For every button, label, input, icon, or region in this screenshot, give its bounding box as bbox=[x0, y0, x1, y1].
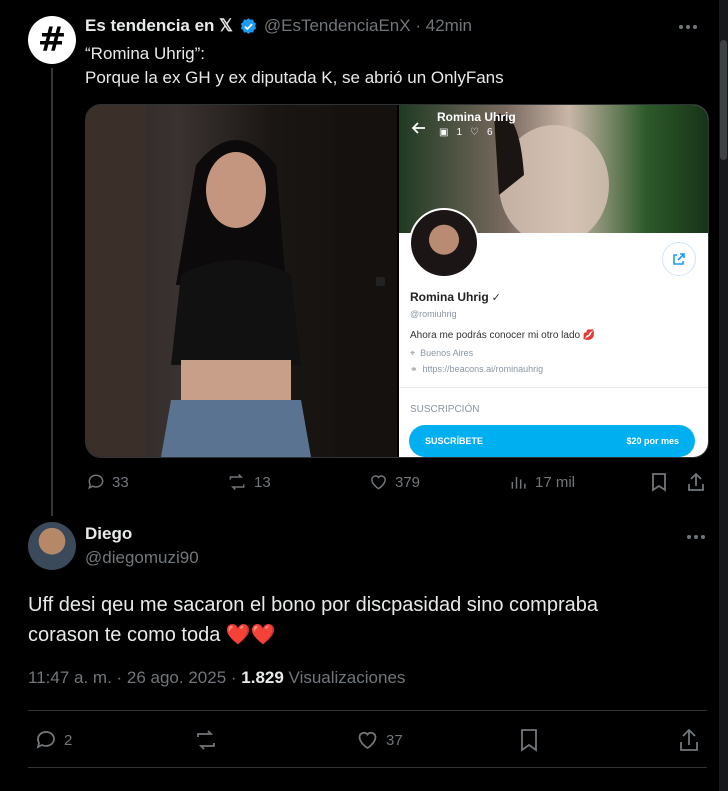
thread-line bbox=[51, 68, 53, 516]
reply-share-icon[interactable] bbox=[678, 728, 700, 752]
subscription-label: SUSCRIPCIÓN bbox=[410, 404, 480, 415]
repost-button[interactable]: 13 bbox=[226, 472, 271, 492]
reply-views-count: 1.829 bbox=[241, 668, 284, 687]
verified-badge-icon bbox=[240, 17, 256, 34]
banner-stats: ▣ 1 ♡ 6 bbox=[439, 127, 493, 138]
analytics-icon bbox=[511, 477, 526, 489]
quoted-text-line-2: Porque la ex GH y ex diputada K, se abri… bbox=[85, 68, 504, 87]
heart-icon bbox=[358, 731, 377, 750]
reply-count: 33 bbox=[112, 473, 129, 491]
reply-reply-count: 2 bbox=[64, 731, 73, 749]
photo-woman-black-top[interactable] bbox=[86, 105, 397, 457]
author-name[interactable]: Es tendencia en 𝕏 bbox=[85, 16, 233, 36]
image-count: 1 bbox=[456, 127, 463, 138]
views-button[interactable]: 17 mil bbox=[509, 472, 575, 492]
trending-avatar[interactable]: # bbox=[28, 16, 76, 64]
share-post-icon[interactable] bbox=[686, 472, 706, 492]
divider-top bbox=[28, 710, 707, 711]
reply-views-label: Visualizaciones bbox=[283, 668, 406, 687]
reply-text-line-1: Uff desi qeu me sacaron el bono por disc… bbox=[28, 594, 598, 616]
reply-meta: 11:47 a. m. · 26 ago. 2025 · 1.829 Visua… bbox=[28, 668, 405, 688]
scrollbar[interactable] bbox=[719, 0, 728, 791]
reply-reply-button[interactable]: 2 bbox=[34, 728, 72, 752]
profile-name-row: Romina Uhrig ✓ bbox=[410, 290, 501, 304]
divider bbox=[399, 387, 708, 388]
scrollbar-thumb[interactable] bbox=[720, 40, 727, 160]
link-icon: ⚭ bbox=[410, 364, 418, 374]
user-avatar[interactable] bbox=[28, 522, 76, 570]
bookmark-icon[interactable] bbox=[650, 472, 668, 492]
reply-repost-button[interactable] bbox=[193, 728, 219, 752]
reply-more-options-icon[interactable] bbox=[686, 532, 706, 542]
heart-icon bbox=[371, 475, 386, 490]
reply-button[interactable]: 33 bbox=[86, 472, 129, 492]
profile-location: ⌖ Buenos Aires bbox=[410, 348, 473, 359]
location-pin-icon: ⌖ bbox=[410, 348, 416, 358]
repost-icon bbox=[229, 473, 245, 491]
repost-count: 13 bbox=[254, 473, 271, 491]
handle-and-time[interactable]: @EsTendenciaEnX · 42min bbox=[264, 16, 472, 36]
back-arrow-icon[interactable] bbox=[411, 120, 427, 136]
profile-avatar[interactable] bbox=[409, 208, 479, 278]
reply-timestamp[interactable]: 11:47 a. m. · 26 ago. 2025 · bbox=[28, 668, 241, 687]
reply-text-line-2: corason te como toda ❤️❤️ bbox=[28, 624, 276, 646]
heart-small-icon: ♡ bbox=[470, 127, 479, 138]
reply-author-handle[interactable]: @diegomuzi90 bbox=[85, 548, 199, 568]
divider-bottom bbox=[28, 767, 707, 768]
more-options-icon[interactable] bbox=[678, 22, 698, 32]
reply-text: Uff desi qeu me sacaron el bono por disc… bbox=[28, 590, 598, 650]
repost-icon bbox=[197, 730, 215, 750]
profile-name: Romina Uhrig bbox=[410, 290, 489, 304]
profile-bio: Ahora me podrás conocer mi otro lado 💋 bbox=[410, 330, 596, 341]
subscribe-label: SUSCRÍBETE bbox=[425, 436, 484, 446]
like-button[interactable]: 379 bbox=[368, 472, 420, 492]
verified-check-icon: ✓ bbox=[491, 291, 501, 304]
banner-profile-name: Romina Uhrig bbox=[437, 110, 516, 124]
reply-icon bbox=[88, 474, 104, 490]
onlyfans-profile-screenshot[interactable]: Romina Uhrig ▣ 1 ♡ 6 Romina Uhrig ✓ @rom… bbox=[399, 105, 708, 457]
share-icon[interactable] bbox=[662, 242, 696, 276]
subscribe-button[interactable]: SUSCRÍBETE $20 por mes bbox=[409, 425, 695, 457]
quoted-text-line-1: “Romina Uhrig”: bbox=[85, 44, 205, 63]
quoted-post-header: Es tendencia en 𝕏 @EsTendenciaEnX · 42mi… bbox=[85, 16, 472, 36]
reply-bookmark-icon[interactable] bbox=[519, 728, 539, 752]
like-count: 6 bbox=[486, 127, 493, 138]
reply-like-button[interactable]: 37 bbox=[355, 728, 403, 752]
like-count: 379 bbox=[395, 473, 421, 491]
media-grid[interactable]: Romina Uhrig ▣ 1 ♡ 6 Romina Uhrig ✓ @rom… bbox=[85, 104, 709, 458]
link-text[interactable]: https://beacons.ai/rominauhrig bbox=[423, 364, 544, 375]
location-text: Buenos Aires bbox=[420, 348, 474, 358]
profile-link[interactable]: ⚭ https://beacons.ai/rominauhrig bbox=[410, 364, 543, 375]
profile-handle: @romiuhrig bbox=[410, 309, 457, 319]
quoted-post-text: “Romina Uhrig”: Porque la ex GH y ex dip… bbox=[85, 42, 504, 90]
reply-author-name[interactable]: Diego bbox=[85, 524, 132, 544]
reply-like-count: 37 bbox=[386, 731, 403, 749]
image-count-icon: ▣ bbox=[439, 127, 449, 138]
reply-icon bbox=[36, 731, 55, 749]
subscribe-price: $20 por mes bbox=[626, 436, 679, 446]
views-count: 17 mil bbox=[535, 473, 576, 491]
